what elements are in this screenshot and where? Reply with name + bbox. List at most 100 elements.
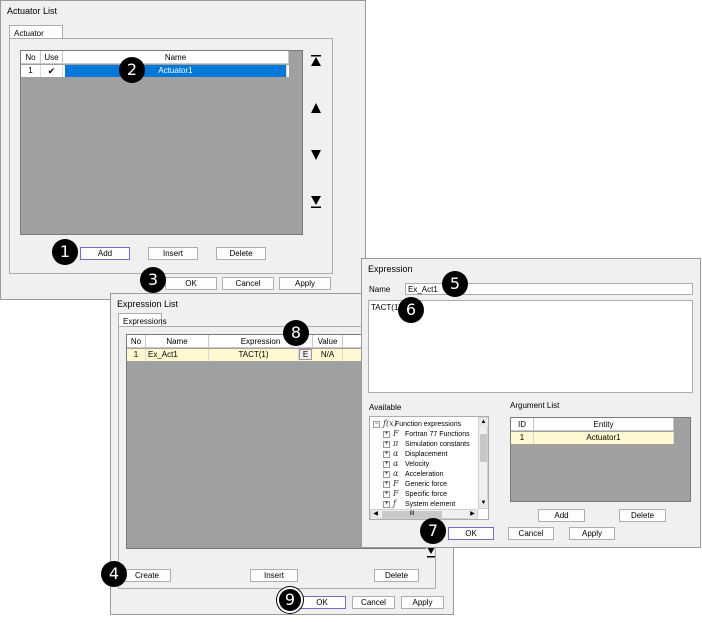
function-icon: F <box>393 489 399 498</box>
callout-5: 5 <box>442 271 468 297</box>
callout-8: 8 <box>283 320 309 346</box>
move-bottom-icon[interactable] <box>309 195 323 209</box>
hscroll-thumb[interactable]: III <box>382 511 442 518</box>
apply-button[interactable]: Apply <box>401 596 444 609</box>
tree-hscrollbar[interactable]: ◀ III ▶ <box>370 509 478 519</box>
cell-value: N/A <box>313 349 343 361</box>
function-icon: F <box>393 479 399 488</box>
insert-button[interactable]: Insert <box>148 247 198 260</box>
callout-2: 2 <box>119 57 145 83</box>
expand-icon[interactable]: + <box>383 430 390 438</box>
expand-icon[interactable]: + <box>383 440 390 448</box>
delete-argument-button[interactable]: Delete <box>619 509 666 522</box>
expand-icon[interactable]: + <box>383 490 390 498</box>
move-bottom-icon[interactable] <box>424 546 438 560</box>
delete-button[interactable]: Delete <box>216 247 266 260</box>
col-use-header[interactable]: Use <box>41 51 63 64</box>
tree-item[interactable]: + π Simulation constants <box>383 439 470 449</box>
function-icon: ƒ <box>393 499 396 508</box>
available-label: Available <box>369 403 402 412</box>
ok-button[interactable]: OK <box>165 277 217 290</box>
expand-icon[interactable]: + <box>383 480 390 488</box>
tree-item-label: Displacement <box>405 451 448 458</box>
tree-item[interactable]: + F Fortran 77 Functions <box>383 429 470 439</box>
col-value-header[interactable]: Value <box>313 335 343 348</box>
add-argument-button[interactable]: Add <box>538 509 585 522</box>
move-down-icon[interactable] <box>309 148 323 162</box>
ok-button[interactable]: OK <box>298 596 346 609</box>
create-button[interactable]: Create <box>123 569 171 582</box>
name-label: Name <box>369 285 391 294</box>
expand-icon[interactable]: + <box>383 450 390 458</box>
tree-item-label: Fortran 77 Functions <box>405 431 470 438</box>
function-icon: π <box>393 439 399 448</box>
callout-7: 7 <box>420 518 446 544</box>
ok-button[interactable]: OK <box>448 527 494 540</box>
function-icon: F <box>393 429 399 438</box>
function-icon: α <box>393 459 399 468</box>
use-checkbox[interactable]: ✔ <box>41 65 63 77</box>
insert-button[interactable]: Insert <box>250 569 298 582</box>
cancel-button[interactable]: Cancel <box>352 596 395 609</box>
function-icon: ƒ(x) <box>383 419 397 428</box>
add-button[interactable]: Add <box>80 247 130 260</box>
callout-4: 4 <box>101 561 127 587</box>
expand-icon[interactable]: + <box>383 500 390 508</box>
function-icon: α <box>393 449 399 458</box>
cancel-button[interactable]: Cancel <box>508 527 554 540</box>
tree-item-label: Acceleration <box>405 471 444 478</box>
tree-item-label: Simulation constants <box>405 441 470 448</box>
col-no-header[interactable]: No <box>21 51 41 64</box>
tree-item[interactable]: − ƒ(x)Function expressions <box>373 419 461 429</box>
scroll-thumb[interactable] <box>480 434 487 462</box>
tree-item[interactable]: + ƒ System element <box>383 499 455 509</box>
col-name-header[interactable]: Name <box>146 335 209 348</box>
delete-button[interactable]: Delete <box>374 569 419 582</box>
table-row[interactable]: 1 ✔ Actuator1 <box>21 65 289 77</box>
tree-item[interactable]: + F Specific force <box>383 489 447 499</box>
scroll-down-icon[interactable]: ▼ <box>479 499 488 508</box>
cell-name-selected[interactable]: Actuator1 <box>65 65 287 77</box>
expand-icon[interactable]: + <box>383 460 390 468</box>
argument-grid[interactable]: ID Entity 1 Actuator1 <box>510 417 691 502</box>
cancel-button[interactable]: Cancel <box>222 277 274 290</box>
col-no-header[interactable]: No <box>127 335 146 348</box>
tab-expressions[interactable]: Expressions <box>118 313 167 327</box>
move-up-icon[interactable] <box>309 101 323 115</box>
callout-3: 3 <box>140 267 166 293</box>
cell-id: 1 <box>511 432 534 444</box>
apply-button[interactable]: Apply <box>279 277 331 290</box>
col-name-header[interactable]: Name <box>63 51 289 64</box>
scroll-right-icon[interactable]: ▶ <box>468 510 477 519</box>
tree-item-label: Velocity <box>405 461 430 468</box>
cell-name[interactable]: Ex_Act1 <box>146 349 209 361</box>
apply-button[interactable]: Apply <box>569 527 615 540</box>
dialog-title: Expression List <box>117 299 179 309</box>
tree-item[interactable]: + F Generic force <box>383 479 447 489</box>
tree-item[interactable]: + α Displacement <box>383 449 447 459</box>
dialog-title: Expression <box>368 264 413 274</box>
scroll-left-icon[interactable]: ◀ <box>371 510 380 519</box>
tree-item-label: Specific force <box>405 491 448 498</box>
expand-icon[interactable]: − <box>373 420 380 428</box>
tree-item-label: Function expressions <box>395 421 462 428</box>
function-icon: α <box>393 469 399 478</box>
actuator-grid[interactable]: No Use Name 1 ✔ Actuator1 <box>20 50 303 235</box>
tree-item[interactable]: + α Acceleration <box>383 469 444 479</box>
tree-item[interactable]: + α Velocity <box>383 459 429 469</box>
tab-actuator-list[interactable]: Actuator List <box>9 25 63 47</box>
col-id-header[interactable]: ID <box>511 418 534 431</box>
col-entity-header[interactable]: Entity <box>534 418 674 431</box>
argument-list-label: Argument List <box>510 401 560 410</box>
table-row[interactable]: 1 Actuator1 <box>511 432 674 444</box>
tree-vscrollbar[interactable]: ▲ ▼ <box>478 417 488 509</box>
dialog-title: Actuator List <box>7 6 58 16</box>
edit-expression-button[interactable]: E <box>299 349 312 360</box>
available-tree[interactable]: − ƒ(x)Function expressions + F Fortran 77 Fu… <box>369 416 489 520</box>
cell-expression[interactable]: TACT(1) <box>209 349 299 361</box>
expand-icon[interactable]: + <box>383 470 390 478</box>
move-top-icon[interactable] <box>309 54 323 68</box>
cell-no: 1 <box>127 349 146 361</box>
scroll-up-icon[interactable]: ▲ <box>479 418 488 427</box>
cell-entity[interactable]: Actuator1 <box>534 432 674 444</box>
